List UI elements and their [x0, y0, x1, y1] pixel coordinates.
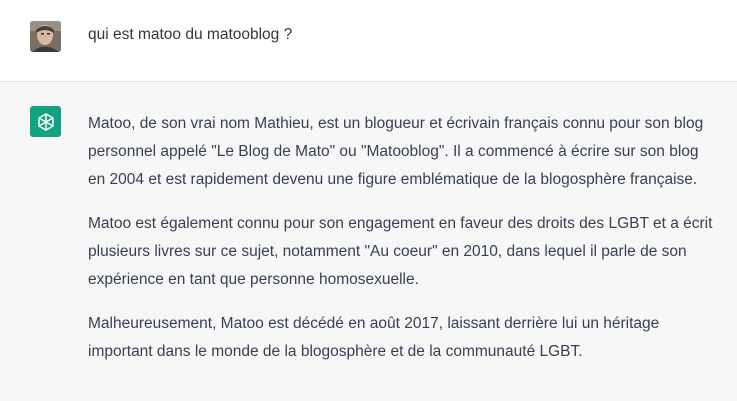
- user-avatar: [30, 21, 61, 52]
- answer-line: important dans le monde de la blogosphèr…: [88, 343, 583, 360]
- answer-line: en 2004 et est rapidement devenu une fig…: [88, 171, 698, 188]
- user-message-text: qui est matoo du matooblog ?: [88, 26, 293, 43]
- answer-paragraph: Malheureusement, Matoo est décédé en aoû…: [88, 310, 728, 366]
- assistant-avatar: [30, 106, 61, 137]
- answer-line: Matoo, de son vrai nom Mathieu, est un b…: [88, 115, 704, 132]
- assistant-message-row: Matoo, de son vrai nom Mathieu, est un b…: [0, 82, 737, 401]
- assistant-answer: Matoo, de son vrai nom Mathieu, est un b…: [88, 110, 728, 382]
- answer-line: expérience en tant que personne homosexu…: [88, 271, 419, 288]
- answer-line: personnel appelé "Le Blog de Mato" ou "M…: [88, 143, 699, 160]
- user-message-row: qui est matoo du matooblog ?: [0, 0, 737, 82]
- answer-line: plusieurs livres sur ce sujet, notamment…: [88, 243, 687, 260]
- answer-line: Malheureusement, Matoo est décédé en aoû…: [88, 315, 660, 332]
- user-photo-avatar-icon: [30, 21, 61, 52]
- answer-paragraph: Matoo, de son vrai nom Mathieu, est un b…: [88, 110, 728, 194]
- answer-line: Matoo est également connu pour son engag…: [88, 215, 713, 232]
- answer-paragraph: Matoo est également connu pour son engag…: [88, 210, 728, 294]
- openai-logo-icon: [37, 112, 54, 131]
